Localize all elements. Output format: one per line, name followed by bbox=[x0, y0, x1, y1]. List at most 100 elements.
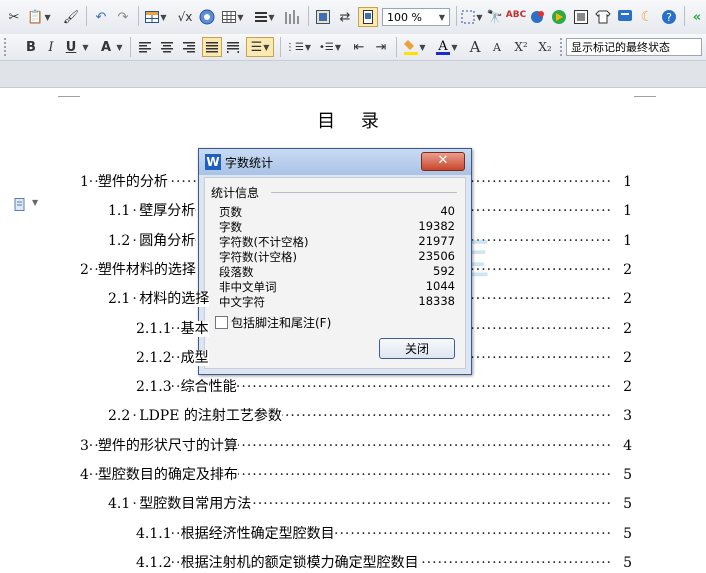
toc-text: 圆角分析 bbox=[139, 233, 196, 249]
font-color-icon[interactable]: A ▼ bbox=[434, 37, 460, 57]
cut-icon[interactable]: ✂ bbox=[6, 7, 22, 27]
toc-text: 材料的选择 bbox=[139, 291, 210, 307]
toc-number: 2.2 bbox=[108, 408, 131, 424]
toc-entry[interactable]: ········································… bbox=[108, 406, 632, 426]
distribute-icon[interactable] bbox=[224, 37, 242, 57]
standard-toolbar: ✂ 📋 ▼ 🖌 ↶ ↷ ▼ √x ▼ ▼ ⇄ 100 % ▼ ▼ 🔭 ABC ☾ ?… bbox=[0, 0, 706, 35]
group-divider bbox=[271, 192, 457, 193]
shrink-font-button[interactable]: A bbox=[488, 37, 506, 57]
close-button[interactable]: 关闭 bbox=[379, 338, 455, 359]
help-icon[interactable]: ? bbox=[660, 7, 678, 27]
align-left-icon[interactable] bbox=[136, 37, 154, 57]
dialog-title: 字数统计 bbox=[225, 156, 274, 170]
toc-page-number: 2 bbox=[623, 262, 632, 278]
chart-icon[interactable] bbox=[282, 7, 302, 27]
grow-font-button[interactable]: A bbox=[466, 37, 484, 57]
stat-row: 非中文单词 1044 bbox=[219, 279, 455, 294]
highlight-icon[interactable]: ▼ bbox=[402, 37, 428, 57]
toc-page-number: 5 bbox=[623, 467, 632, 483]
toc-number: 1 bbox=[80, 174, 89, 190]
toc-entry[interactable]: ········································… bbox=[80, 465, 632, 485]
formula-icon[interactable]: √x bbox=[176, 7, 194, 27]
moon-icon[interactable]: ☾ bbox=[638, 7, 656, 27]
stat-value: 19382 bbox=[418, 219, 455, 233]
toc-entry[interactable]: ········································… bbox=[136, 553, 632, 573]
select-icon[interactable]: ▼ bbox=[460, 7, 484, 27]
bold-button[interactable]: B bbox=[22, 37, 40, 57]
page-icon[interactable] bbox=[358, 7, 378, 27]
dialog-title-bar[interactable]: W 字数统计 ✕ bbox=[199, 149, 471, 175]
format-painter-icon[interactable]: 🖌 bbox=[62, 7, 80, 27]
undo-icon[interactable]: ↶ bbox=[92, 7, 110, 27]
footnote-checkbox[interactable] bbox=[215, 316, 228, 329]
toc-entry[interactable]: ········································… bbox=[136, 377, 632, 397]
toc-text: 根据注射机的额定锁模力确定型腔数目 bbox=[180, 555, 419, 571]
dialog-close-icon[interactable]: ✕ bbox=[421, 152, 465, 171]
stat-label: 非中文单词 bbox=[219, 280, 277, 294]
font-effect-dropdown[interactable]: ▼ bbox=[114, 37, 124, 57]
subscript-button[interactable]: X₂ bbox=[534, 37, 556, 57]
toc-page-number: 1 bbox=[623, 203, 632, 219]
footnote-checkbox-label[interactable]: 包括脚注和尾注(F) bbox=[231, 314, 331, 331]
table-icon[interactable]: ▼ bbox=[144, 7, 168, 27]
columns-icon[interactable]: ▼ bbox=[254, 7, 276, 27]
find-icon[interactable]: 🔭 bbox=[486, 7, 504, 27]
redo-icon[interactable]: ↷ bbox=[114, 7, 132, 27]
stat-value: 40 bbox=[440, 204, 455, 218]
toc-text: 塑件的分析 bbox=[97, 174, 168, 190]
spellcheck-icon[interactable]: ABC bbox=[506, 5, 526, 25]
forward-icon[interactable]: « bbox=[690, 7, 704, 27]
stat-row: 页数 40 bbox=[219, 204, 455, 219]
side-icon-dropdown[interactable]: ▼ bbox=[32, 198, 38, 207]
toc-text: 型腔数目常用方法 bbox=[139, 496, 252, 512]
tools-icon[interactable] bbox=[528, 7, 546, 27]
toc-page-number: 5 bbox=[623, 496, 632, 512]
toc-page-number: 2 bbox=[623, 350, 632, 366]
wps-logo-icon: W bbox=[205, 154, 221, 170]
toc-text: 型腔数目的确定及排布 bbox=[97, 467, 238, 483]
toc-entry[interactable]: ········································… bbox=[136, 524, 632, 544]
svg-text:A: A bbox=[438, 39, 449, 54]
stat-label: 页数 bbox=[219, 205, 242, 219]
toc-entry[interactable]: ········································… bbox=[80, 436, 632, 456]
justify-icon[interactable] bbox=[202, 37, 222, 57]
toc-text: 基本 bbox=[180, 321, 209, 337]
display-state-dropdown[interactable]: 显示标记的最终状态 bbox=[566, 38, 702, 56]
toc-page-number: 2 bbox=[623, 321, 632, 337]
numbering-icon[interactable]: ⋮☰ ▼ bbox=[285, 37, 311, 57]
font-effect-button[interactable]: A bbox=[98, 37, 114, 57]
comment-icon[interactable] bbox=[616, 7, 634, 27]
align-center-icon[interactable] bbox=[158, 37, 176, 57]
italic-button[interactable]: I bbox=[42, 37, 60, 57]
align-right-icon[interactable] bbox=[180, 37, 198, 57]
word-count-dialog: W 字数统计 ✕ 统计信息 页数 40 字数 19382 字符数(不计空格) 21977 字… bbox=[198, 148, 472, 375]
toc-page-number: 1 bbox=[623, 174, 632, 190]
ruler-band bbox=[0, 61, 706, 88]
shirt-icon[interactable] bbox=[594, 7, 612, 27]
stat-label: 字符数(计空格) bbox=[219, 250, 297, 264]
toc-entry[interactable]: ········································… bbox=[108, 494, 632, 514]
formatting-toolbar: B I U ▼ A ▼ ☰ ▼ ⋮☰ ▼ •☰ ▼ ⇤ ⇥ ▼ A ▼ A A X² X… bbox=[0, 34, 706, 61]
bullets-icon[interactable]: •☰ ▼ bbox=[318, 37, 342, 57]
grid-icon[interactable]: ▼ bbox=[222, 7, 244, 27]
print-icon[interactable] bbox=[572, 7, 590, 27]
increase-indent-icon[interactable]: ⇥ bbox=[372, 37, 390, 57]
stat-label: 中文字符 bbox=[219, 295, 265, 309]
underline-dropdown[interactable]: ▼ bbox=[80, 37, 90, 57]
toc-number: 4.1.1 bbox=[136, 526, 172, 542]
insert-icon[interactable] bbox=[314, 7, 332, 27]
superscript-button[interactable]: X² bbox=[510, 37, 532, 57]
green-icon[interactable] bbox=[550, 7, 568, 27]
stat-row: 字符数(不计空格) 21977 bbox=[219, 234, 455, 249]
document-title: 目 录 bbox=[317, 111, 389, 132]
toc-text: LDPE 的注射工艺参数 bbox=[139, 408, 282, 424]
line-spacing-icon[interactable]: ☰ ▼ bbox=[246, 37, 274, 57]
underline-button[interactable]: U bbox=[62, 37, 80, 57]
swap-icon[interactable]: ⇄ bbox=[336, 7, 354, 27]
paste-icon[interactable]: 📋 ▼ bbox=[27, 7, 50, 27]
hyperlink-icon[interactable] bbox=[198, 7, 216, 27]
stat-value: 18338 bbox=[418, 294, 455, 308]
document-side-icon[interactable] bbox=[14, 198, 28, 212]
decrease-indent-icon[interactable]: ⇤ bbox=[350, 37, 368, 57]
zoom-dropdown[interactable]: 100 % ▼ bbox=[382, 8, 450, 26]
